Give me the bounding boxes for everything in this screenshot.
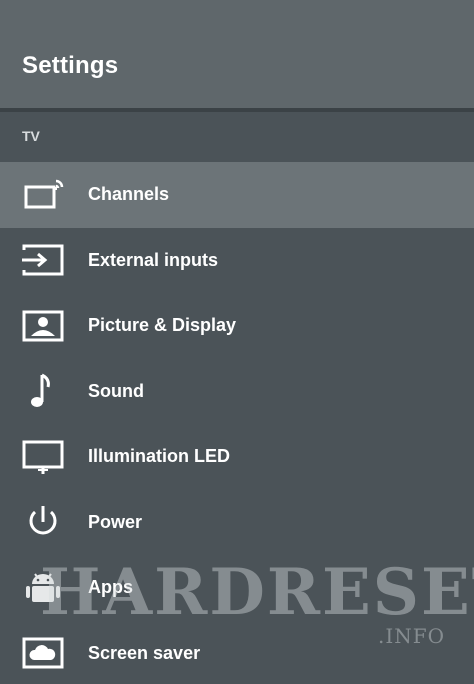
menu-item-label: Channels [88, 184, 170, 205]
android-icon [20, 568, 66, 608]
menu-item-label: External inputs [88, 249, 219, 270]
illumination-led-icon [20, 437, 66, 477]
menu-item-sound[interactable]: Sound [0, 359, 474, 425]
menu-item-screen-saver[interactable]: Screen saver [0, 621, 474, 684]
settings-menu: Channels External inputs Picture & Displ… [0, 162, 474, 684]
power-icon [20, 502, 66, 542]
channels-icon [20, 175, 66, 215]
music-note-icon [20, 371, 66, 411]
page-title: Settings [22, 52, 119, 79]
header-divider [0, 108, 474, 112]
menu-item-power[interactable]: Power [0, 490, 474, 556]
section-label-tv: TV [22, 128, 40, 144]
menu-item-apps[interactable]: Apps [0, 555, 474, 621]
menu-item-external-inputs[interactable]: External inputs [0, 228, 474, 294]
screen-saver-icon [20, 633, 66, 673]
menu-item-channels[interactable]: Channels [0, 162, 474, 228]
menu-item-illumination-led[interactable]: Illumination LED [0, 424, 474, 490]
menu-item-label: Screen saver [88, 642, 201, 663]
menu-item-label: Picture & Display [88, 315, 237, 336]
menu-item-label: Apps [88, 577, 133, 598]
menu-item-label: Power [88, 511, 143, 532]
menu-item-label: Sound [88, 380, 144, 401]
picture-display-icon [20, 306, 66, 346]
menu-item-label: Illumination LED [88, 446, 230, 467]
external-inputs-icon [20, 240, 66, 280]
settings-header: Settings [0, 0, 474, 108]
menu-item-picture-display[interactable]: Picture & Display [0, 293, 474, 359]
